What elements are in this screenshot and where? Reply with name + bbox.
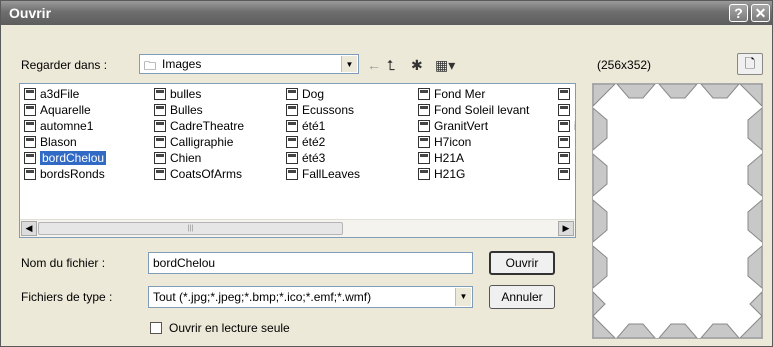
list-item[interactable]: Ecussons [284,102,360,118]
list-item[interactable]: H21G [416,166,529,182]
file-column-2: bulles Bulles CadreTheatre Calligraphie … [152,86,244,182]
views-menu-icon[interactable]: ▦▾ [435,57,455,74]
list-item[interactable]: N [556,150,575,166]
list-item[interactable]: Aquarelle [22,102,106,118]
open-dialog: Ouvrir ? ✕ Regarder dans : 🗀 Images ▼ ← … [0,0,773,347]
readonly-checkbox[interactable] [150,322,162,334]
filename-input[interactable]: bordChelou [148,252,473,274]
list-item[interactable]: in [556,118,575,134]
help-button[interactable]: ? [729,4,748,22]
list-item[interactable]: été2 [284,134,360,150]
preview-dimensions: (256x352) [597,58,652,72]
file-icon [558,168,570,180]
preview-icon: 🗋 [744,56,756,71]
file-icon [24,120,36,132]
file-icon [558,88,570,100]
file-icon [286,120,298,132]
file-icon [24,104,36,116]
file-column-3: Dog Ecussons été1 été2 été3 FallLeaves [284,86,360,182]
preview-toggle-button[interactable]: 🗋 [737,53,763,75]
filetype-value: Tout (*.jpg;*.jpeg;*.bmp;*.ico;*.emf;*.w… [153,290,372,304]
list-item[interactable]: H [556,102,575,118]
file-icon [286,136,298,148]
chevron-down-icon[interactable]: ▼ [455,288,471,306]
frame-preview-image [592,83,763,339]
file-icon [558,104,570,116]
list-item[interactable]: N [556,166,575,182]
file-icon [286,168,298,180]
title-bar[interactable]: Ouvrir ? ✕ [1,1,772,25]
lookin-combo[interactable]: 🗀 Images ▼ [139,54,359,74]
list-item[interactable]: H7icon [416,134,529,150]
filetype-select[interactable]: Tout (*.jpg;*.jpeg;*.bmp;*.ico;*.emf;*.w… [148,286,473,308]
cancel-button[interactable]: Annuler [489,285,555,309]
list-item[interactable]: N [556,134,575,150]
file-icon [558,136,570,148]
list-item[interactable]: a3dFile [22,86,106,102]
open-button[interactable]: Ouvrir [489,251,555,275]
file-icon [286,88,298,100]
scrollbar-thumb[interactable]: ||| [38,222,343,235]
list-item[interactable]: H [556,86,575,102]
list-item[interactable]: automne1 [22,118,106,134]
lookin-label: Regarder dans : [21,58,108,72]
file-icon [418,168,430,180]
lookin-value: Images [162,57,202,71]
filename-label: Nom du fichier : [21,256,106,270]
file-icon [154,168,166,180]
list-item[interactable]: GranitVert [416,118,529,134]
file-icon [154,88,166,100]
list-item[interactable]: Fond Mer [416,86,529,102]
new-folder-icon[interactable]: ✱ [411,57,423,74]
readonly-label: Ouvrir en lecture seule [169,321,290,335]
file-icon [286,104,298,116]
list-item[interactable]: FallLeaves [284,166,360,182]
file-icon [154,104,166,116]
folder-icon: 🗀 [144,59,157,73]
list-item[interactable]: Bulles [152,102,244,118]
back-arrow-icon[interactable]: ← [367,57,381,73]
file-icon [558,152,570,164]
list-item[interactable]: été1 [284,118,360,134]
list-item[interactable]: Calligraphie [152,134,244,150]
list-item[interactable]: H21A [416,150,529,166]
file-icon [154,152,166,164]
file-icon [154,120,166,132]
chevron-down-icon[interactable]: ▼ [341,56,357,72]
list-item[interactable]: Blason [22,134,106,150]
file-icon [24,88,36,100]
file-list[interactable]: a3dFile Aquarelle automne1 Blason bordCh… [19,83,576,238]
list-item[interactable]: Chien [152,150,244,166]
horizontal-scrollbar[interactable]: ◀ ||| ▶ [20,219,575,237]
file-icon [418,104,430,116]
file-icon [24,168,36,180]
image-preview [592,83,763,339]
list-item[interactable]: CadreTheatre [152,118,244,134]
file-column-5: H H in N N N [556,86,575,182]
scroll-right-icon[interactable]: ▶ [558,221,574,236]
list-item[interactable]: Fond Soleil levant [416,102,529,118]
file-icon [418,136,430,148]
file-icon [154,136,166,148]
file-column-4: Fond Mer Fond Soleil levant GranitVert H… [416,86,529,182]
list-item-selected[interactable]: bordChelou [22,150,107,166]
list-item[interactable]: bulles [152,86,244,102]
dialog-title: Ouvrir [9,5,52,21]
list-item[interactable]: bordsRonds [22,166,106,182]
file-icon [286,152,298,164]
file-icon [418,88,430,100]
file-icon [24,136,36,148]
list-item[interactable]: été3 [284,150,360,166]
file-icon [24,152,36,164]
list-item[interactable]: Dog [284,86,360,102]
file-icon [418,152,430,164]
filetype-label: Fichiers de type : [21,290,113,304]
file-column-1: a3dFile Aquarelle automne1 Blason bordCh… [22,86,107,182]
scroll-left-icon[interactable]: ◀ [21,221,37,236]
file-icon [418,120,430,132]
close-button[interactable]: ✕ [751,4,770,22]
file-icon [558,120,570,132]
up-folder-icon[interactable]: ⮤ [387,57,395,74]
list-item[interactable]: CoatsOfArms [152,166,244,182]
